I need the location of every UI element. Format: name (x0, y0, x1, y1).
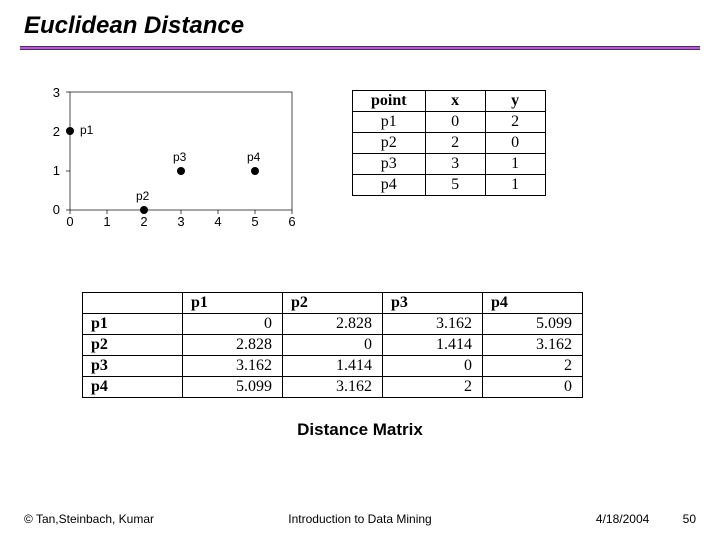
coord-header-x: x (425, 91, 485, 112)
point-label-p2: p2 (136, 189, 150, 203)
footer-copyright: © Tan,Steinbach, Kumar (24, 512, 154, 526)
distance-matrix-table: p1 p2 p3 p4 p1 0 2.828 3.162 5.099 p2 2.… (82, 292, 583, 398)
ytick-0: 0 (53, 202, 60, 217)
footer-title: Introduction to Data Mining (288, 512, 431, 526)
ytick-2: 2 (53, 124, 60, 139)
table-row: p2 2 0 (353, 133, 546, 154)
coord-header-y: y (485, 91, 545, 112)
dist-header-blank (83, 293, 183, 314)
ytick-1: 1 (53, 163, 60, 178)
xtick-6: 6 (288, 214, 295, 229)
coord-header-point: point (353, 91, 426, 112)
ytick-3: 3 (53, 85, 60, 100)
point-p4 (251, 167, 259, 175)
distance-matrix-subtitle: Distance Matrix (32, 420, 688, 440)
footer-page: 50 (683, 512, 696, 526)
table-row: p1 0 2 (353, 112, 546, 133)
y-axis: 0 1 2 3 (53, 85, 70, 217)
xtick-4: 4 (214, 214, 221, 229)
coordinates-table: point x y p1 0 2 p2 2 0 p3 3 (352, 90, 546, 196)
dist-header-p1: p1 (183, 293, 283, 314)
point-label-p4: p4 (247, 150, 261, 164)
scatter-points: p1 p2 p3 p4 (66, 123, 261, 214)
table-row: p3 3.162 1.414 0 2 (83, 356, 583, 377)
xtick-3: 3 (177, 214, 184, 229)
content-area: 0 1 2 3 4 5 6 0 1 2 3 (0, 50, 720, 440)
page-title: Euclidean Distance (24, 12, 696, 40)
table-row: p2 2.828 0 1.414 3.162 (83, 335, 583, 356)
point-p1 (66, 127, 74, 135)
dist-header-p4: p4 (483, 293, 583, 314)
table-row: p4 5 1 (353, 175, 546, 196)
table-row: p3 3 1 (353, 154, 546, 175)
xtick-0: 0 (66, 214, 73, 229)
dist-header-p2: p2 (283, 293, 383, 314)
point-p3 (177, 167, 185, 175)
footer-date: 4/18/2004 (596, 512, 649, 526)
xtick-2: 2 (140, 214, 147, 229)
table-row: p1 0 2.828 3.162 5.099 (83, 314, 583, 335)
x-axis: 0 1 2 3 4 5 6 (66, 210, 295, 229)
point-label-p3: p3 (173, 150, 187, 164)
xtick-1: 1 (103, 214, 110, 229)
table-row: p4 5.099 3.162 2 0 (83, 377, 583, 398)
footer: © Tan,Steinbach, Kumar Introduction to D… (24, 512, 696, 526)
title-bar: Euclidean Distance (0, 0, 720, 46)
point-label-p1: p1 (80, 123, 94, 137)
scatter-plot: 0 1 2 3 4 5 6 0 1 2 3 (32, 82, 312, 242)
xtick-5: 5 (251, 214, 258, 229)
dist-header-p3: p3 (383, 293, 483, 314)
point-p2 (140, 206, 148, 214)
